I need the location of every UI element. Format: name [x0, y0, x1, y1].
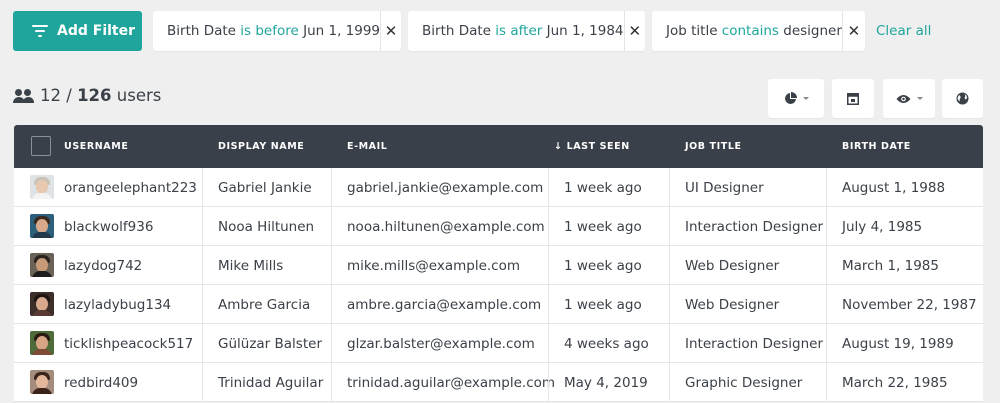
shown-count: 12 [40, 86, 61, 105]
avatar [30, 214, 54, 238]
cell-username: redbird409 [64, 374, 139, 391]
avatar [30, 175, 54, 199]
avatar [30, 331, 54, 355]
column-header-job-title[interactable]: JOB TITLE [685, 125, 742, 168]
column-header-username[interactable]: USERNAME [64, 125, 128, 168]
filter-value: designer [783, 23, 842, 39]
avatar [30, 292, 54, 316]
cell-email: glzar.balster@example.com [347, 335, 535, 352]
close-icon[interactable]: ✕ [623, 11, 645, 51]
filter-operator: is before [240, 23, 299, 39]
cell-job-title: Web Designer [685, 257, 780, 274]
eye-icon [896, 94, 910, 103]
cell-birth-date: March 1, 1985 [842, 257, 939, 274]
cell-last-seen: May 4, 2019 [564, 374, 648, 391]
table-row[interactable]: redbird409 Trinidad Aguilar trinidad.agu… [14, 363, 983, 402]
chevron-down-icon [802, 97, 809, 100]
filter-operator: contains [721, 23, 779, 39]
table-row[interactable]: lazydog742 Mike Mills mike.mills@example… [14, 246, 983, 285]
cell-email: mike.mills@example.com [347, 257, 521, 274]
column-header-birth-date[interactable]: BIRTH DATE [842, 125, 911, 168]
filter-icon [32, 25, 48, 37]
pie-chart-icon [784, 92, 797, 104]
table-header: USERNAME DISPLAY NAME E-MAIL ↓ LAST SEEN… [14, 125, 983, 168]
cell-birth-date: August 19, 1989 [842, 335, 954, 352]
cell-display-name: Ambre Garcia [218, 296, 311, 313]
table-row[interactable]: blackwolf936 Nooa Hiltunen nooa.hiltunen… [14, 207, 983, 246]
cell-job-title: Web Designer [685, 296, 780, 313]
filter-field: Job title [666, 23, 718, 39]
table-row[interactable]: ticklishpeacock517 Gülüzar Balster glzar… [14, 324, 983, 363]
cell-last-seen: 1 week ago [564, 296, 642, 313]
layout-button[interactable] [832, 79, 874, 118]
filter-bar: Add Filter [13, 11, 142, 51]
cell-username: ticklishpeacock517 [64, 335, 194, 352]
cell-birth-date: August 1, 1988 [842, 179, 946, 196]
cell-username: blackwolf936 [64, 218, 154, 235]
filter-field: Birth Date [167, 23, 236, 39]
column-header-last-seen[interactable]: ↓ LAST SEEN [554, 125, 630, 168]
cell-job-title: Interaction Designer [685, 335, 823, 352]
filter-chip-birth-date-after[interactable]: Birth Date is after Jun 1, 1984 ✕ [408, 11, 645, 51]
cell-display-name: Trinidad Aguilar [218, 374, 324, 391]
close-icon[interactable]: ✕ [841, 11, 865, 51]
avatar [30, 370, 54, 394]
filter-value: Jun 1, 1999 [303, 23, 381, 39]
total-count: 126 [77, 86, 112, 105]
cell-birth-date: July 4, 1985 [842, 218, 923, 235]
filter-chip-text: Birth Date is after Jun 1, 1984 [408, 23, 624, 39]
cell-email: trinidad.aguilar@example.com [347, 374, 556, 391]
cell-username: lazydog742 [64, 257, 143, 274]
user-count: 12 / 126 users [13, 86, 161, 105]
users-icon [13, 88, 35, 104]
cell-display-name: Gabriel Jankie [218, 179, 312, 196]
cell-email: ambre.garcia@example.com [347, 296, 542, 313]
clear-all-link[interactable]: Clear all [876, 11, 931, 51]
cell-job-title: Graphic Designer [685, 374, 803, 391]
filter-value: Jun 1, 1984 [546, 23, 624, 39]
filter-chip-text: Job title contains designer [652, 23, 842, 39]
chevron-down-icon [916, 97, 923, 100]
cell-display-name: Nooa Hiltunen [218, 218, 315, 235]
sort-descending-icon: ↓ [554, 141, 563, 152]
count-unit: users [116, 86, 162, 105]
globe-icon [956, 92, 969, 105]
close-icon[interactable]: ✕ [380, 11, 401, 51]
cell-last-seen: 1 week ago [564, 218, 642, 235]
cell-username: lazyladybug134 [64, 296, 172, 313]
cell-email: nooa.hiltunen@example.com [347, 218, 545, 235]
layout-icon [847, 92, 859, 105]
column-header-label: LAST SEEN [566, 141, 630, 152]
cell-display-name: Mike Mills [218, 257, 284, 274]
cell-display-name: Gülüzar Balster [218, 335, 322, 352]
filter-operator: is after [495, 23, 543, 39]
add-filter-button[interactable]: Add Filter [13, 11, 142, 51]
select-all-checkbox[interactable] [31, 136, 51, 156]
visibility-button[interactable] [883, 79, 935, 118]
count-separator: / [66, 86, 72, 105]
table-body: orangeelephant223 Gabriel Jankie gabriel… [14, 168, 983, 402]
cell-job-title: UI Designer [685, 179, 764, 196]
cell-birth-date: March 22, 1985 [842, 374, 948, 391]
filter-chip-text: Birth Date is before Jun 1, 1999 [153, 23, 380, 39]
cell-email: gabriel.jankie@example.com [347, 179, 544, 196]
avatar [30, 253, 54, 277]
add-filter-label: Add Filter [57, 23, 136, 39]
cell-birth-date: November 22, 1987 [842, 296, 977, 313]
globe-button[interactable] [942, 79, 983, 118]
cell-last-seen: 1 week ago [564, 179, 642, 196]
cell-job-title: Interaction Designer [685, 218, 823, 235]
cell-last-seen: 1 week ago [564, 257, 642, 274]
cell-username: orangeelephant223 [64, 179, 197, 196]
column-header-email[interactable]: E-MAIL [347, 125, 387, 168]
users-table: USERNAME DISPLAY NAME E-MAIL ↓ LAST SEEN… [14, 125, 983, 402]
table-row[interactable]: lazyladybug134 Ambre Garcia ambre.garcia… [14, 285, 983, 324]
filter-chip-birth-date-before[interactable]: Birth Date is before Jun 1, 1999 ✕ [153, 11, 401, 51]
column-header-display-name[interactable]: DISPLAY NAME [218, 125, 304, 168]
table-row[interactable]: orangeelephant223 Gabriel Jankie gabriel… [14, 168, 983, 207]
cell-last-seen: 4 weeks ago [564, 335, 649, 352]
filter-field: Birth Date [422, 23, 491, 39]
filter-chip-job-title[interactable]: Job title contains designer ✕ [652, 11, 865, 51]
chart-view-button[interactable] [768, 79, 824, 118]
